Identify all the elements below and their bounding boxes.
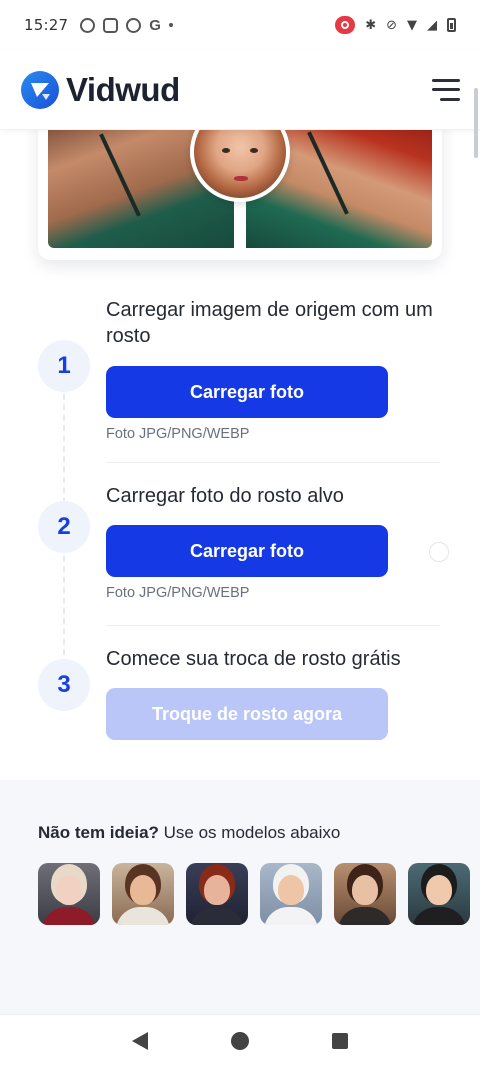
template-thumbnail[interactable] xyxy=(408,863,470,925)
step-2: 2 Carregar foto do rosto alvo Carregar f… xyxy=(38,463,440,605)
notification-icons: G xyxy=(80,17,173,34)
step-1: 1 Carregar imagem de origem com um rosto… xyxy=(38,290,440,442)
hamburger-menu-icon[interactable] xyxy=(432,78,460,101)
site-header: Vidwud xyxy=(0,50,480,130)
screen-record-icon xyxy=(335,16,356,34)
face-swap-preview-card xyxy=(38,110,442,260)
upload-source-photo-button[interactable]: Carregar foto xyxy=(106,366,388,418)
sync-icon xyxy=(126,17,142,33)
swap-face-now-button[interactable]: Troque de rosto agora xyxy=(106,688,388,740)
signal-icon: ◢ xyxy=(427,17,437,33)
scrollbar[interactable] xyxy=(474,88,478,158)
template-thumbnail[interactable] xyxy=(112,863,174,925)
step-number: 2 xyxy=(38,501,90,553)
brand-name: Vidwud xyxy=(66,70,180,108)
ideas-heading: Não tem ideia? Use os modelos abaixo xyxy=(38,823,340,843)
instagram-icon xyxy=(103,17,119,33)
brand-logo[interactable]: Vidwud xyxy=(20,70,180,110)
home-circle-icon[interactable] xyxy=(230,1031,249,1050)
template-thumbnail[interactable] xyxy=(260,863,322,925)
upload-target-photo-button[interactable]: Carregar foto xyxy=(106,525,388,577)
template-thumbnail[interactable] xyxy=(186,863,248,925)
step-number: 3 xyxy=(38,659,90,711)
step-body: Carregar foto do rosto alvo Carregar fot… xyxy=(106,483,440,605)
template-thumbnails xyxy=(38,863,470,925)
ideas-heading-bold: Não tem ideia? xyxy=(38,823,159,842)
google-icon: G xyxy=(149,16,161,34)
sync-icon xyxy=(80,17,96,33)
template-thumbnail[interactable] xyxy=(38,863,100,925)
step-title: Carregar imagem de origem com um rosto xyxy=(106,299,433,347)
ideas-heading-rest: Use os modelos abaixo xyxy=(158,823,341,842)
system-icons: ✱ ⊘ ▼ ◢ xyxy=(335,16,456,34)
upload-steps: 1 Carregar imagem de origem com um rosto… xyxy=(38,290,440,756)
file-format-hint: Foto JPG/PNG/WEBP xyxy=(106,426,250,442)
battery-icon xyxy=(447,18,456,32)
page: 15:27 G ✱ ⊘ ▼ ◢ Vidwud 1 Carregar imagem… xyxy=(0,0,480,1066)
dot-icon xyxy=(168,23,173,27)
template-thumbnail[interactable] xyxy=(334,863,396,925)
vidwud-logo-icon xyxy=(21,70,59,109)
wifi-icon: ▼ xyxy=(407,17,417,33)
step-title: Comece sua troca de rosto grátis xyxy=(106,648,401,670)
step-number: 1 xyxy=(38,340,90,392)
status-bar: 15:27 G ✱ ⊘ ▼ ◢ xyxy=(0,0,480,50)
floating-circle-icon[interactable] xyxy=(429,542,449,562)
clock: 15:27 xyxy=(24,16,69,34)
preview-images xyxy=(48,110,432,248)
step-body: Carregar imagem de origem com um rosto C… xyxy=(106,297,440,442)
back-triangle-icon[interactable] xyxy=(131,1031,148,1050)
system-navigation-bar xyxy=(0,1014,480,1066)
template-ideas-section: Não tem ideia? Use os modelos abaixo xyxy=(0,780,480,1016)
step-body: Comece sua troca de rosto grátis Troque … xyxy=(106,646,440,756)
file-format-hint: Foto JPG/PNG/WEBP xyxy=(106,585,250,601)
recents-square-icon[interactable] xyxy=(332,1032,349,1049)
step-title: Carregar foto do rosto alvo xyxy=(106,485,344,507)
step-3: 3 Comece sua troca de rosto grátis Troqu… xyxy=(38,626,440,756)
mute-icon: ⊘ xyxy=(386,17,397,33)
bluetooth-icon: ✱ xyxy=(365,17,377,33)
